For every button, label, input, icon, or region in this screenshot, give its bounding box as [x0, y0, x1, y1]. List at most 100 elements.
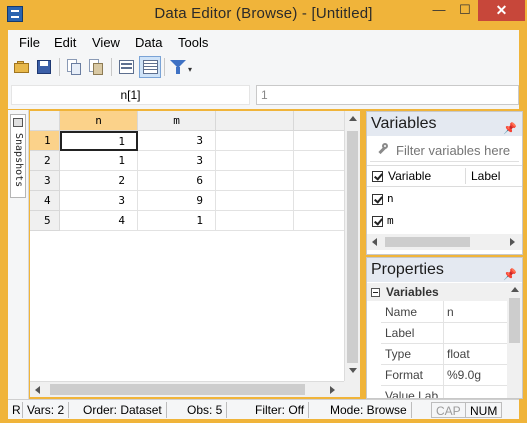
scroll-left-arrow-icon[interactable]: [35, 386, 40, 394]
status-vars: Vars: 2: [23, 402, 70, 418]
grid-cell-empty[interactable]: [216, 131, 294, 151]
grid-cell-m[interactable]: 3: [138, 131, 216, 151]
grid-cell-n[interactable]: 1: [60, 151, 138, 171]
cell-value-field[interactable]: 1: [256, 85, 519, 105]
grid-vertical-scroll-thumb[interactable]: [347, 131, 358, 363]
data-editor-window: Data Editor (Browse) - [Untitled] — ☐ ✕ …: [0, 0, 527, 423]
scroll-right-arrow-icon[interactable]: [330, 386, 335, 394]
row-header[interactable]: 5: [30, 211, 60, 231]
status-filter: Filter: Off: [251, 402, 310, 418]
row-header[interactable]: 1: [30, 131, 60, 151]
data-editor-edit-icon[interactable]: [118, 58, 136, 76]
open-icon[interactable]: [13, 58, 31, 76]
row-header[interactable]: 2: [30, 151, 60, 171]
grid-cell-empty[interactable]: [216, 171, 294, 191]
maximize-button[interactable]: ☐: [452, 0, 478, 21]
wrench-icon[interactable]: [376, 143, 388, 155]
status-num: NUM: [465, 402, 503, 418]
snapshot-camera-icon: [13, 118, 23, 127]
grid-cell-empty[interactable]: [216, 211, 294, 231]
filter-icon[interactable]: [169, 58, 187, 76]
grid-vertical-scrollbar[interactable]: [344, 111, 360, 381]
menu-data[interactable]: Data: [135, 35, 162, 50]
variables-scroll-thumb[interactable]: [385, 237, 470, 247]
variable-name: n: [387, 192, 394, 205]
column-divider[interactable]: [465, 168, 466, 184]
menu-edit[interactable]: Edit: [54, 35, 76, 50]
grid-cell-empty[interactable]: [216, 151, 294, 171]
grid-cell-empty[interactable]: [216, 191, 294, 211]
variable-row[interactable]: n: [367, 188, 522, 210]
column-header-variable[interactable]: Variable: [388, 169, 431, 183]
status-bar: R Vars: 2 Order: Dataset Obs: 5 Filter: …: [8, 399, 519, 419]
grid-corner[interactable]: [30, 111, 60, 131]
data-grid[interactable]: n m 1 1 3 2 1 3 3 2 6 4 3 9 5 4 1: [30, 111, 360, 381]
grid-cell-m[interactable]: 3: [138, 151, 216, 171]
grid-cell-n[interactable]: 2: [60, 171, 138, 191]
data-editor-browse-icon[interactable]: [139, 56, 161, 78]
toolbar-separator: [59, 58, 60, 76]
column-header-m[interactable]: m: [138, 111, 216, 131]
column-header-empty[interactable]: [216, 111, 294, 131]
properties-panel: Properties 📌 Variables Name n Label Type…: [366, 257, 523, 399]
scroll-left-arrow-icon[interactable]: [372, 238, 377, 246]
save-icon[interactable]: [35, 58, 53, 76]
properties-group-variables[interactable]: Variables: [367, 283, 507, 301]
minimize-button[interactable]: —: [426, 0, 452, 21]
toolbar-separator: [164, 58, 165, 76]
paste-icon[interactable]: [87, 58, 105, 76]
grid-cell-m[interactable]: 6: [138, 171, 216, 191]
snapshots-sidebar: Snapshots: [8, 110, 29, 399]
filter-variables-input[interactable]: [396, 142, 518, 158]
select-all-checkbox[interactable]: [372, 171, 383, 182]
property-value[interactable]: float: [447, 347, 470, 361]
variable-checkbox[interactable]: [372, 216, 383, 227]
properties-scroll-thumb[interactable]: [509, 298, 520, 343]
property-row[interactable]: Type float: [381, 344, 507, 365]
property-value[interactable]: n: [447, 305, 454, 319]
grid-cell-m[interactable]: 1: [138, 211, 216, 231]
row-header[interactable]: 3: [30, 171, 60, 191]
menu-file[interactable]: File: [19, 35, 40, 50]
snapshots-tab[interactable]: Snapshots: [10, 114, 26, 198]
scroll-right-arrow-icon[interactable]: [510, 238, 515, 246]
scroll-down-arrow-icon[interactable]: [349, 368, 357, 373]
grid-cell-n[interactable]: 1: [60, 131, 138, 151]
cell-bar: n[1] 1: [8, 81, 519, 109]
column-header-label[interactable]: Label: [471, 169, 500, 183]
grid-cell-n[interactable]: 4: [60, 211, 138, 231]
copy-icon[interactable]: [65, 58, 83, 76]
property-column-divider: [443, 301, 444, 398]
grid-cell-n[interactable]: 3: [60, 191, 138, 211]
property-row[interactable]: Name n: [381, 302, 507, 323]
collapse-icon[interactable]: [371, 288, 380, 297]
property-value[interactable]: %9.0g: [447, 368, 481, 382]
properties-panel-title: Properties 📌: [367, 258, 522, 282]
variables-panel: Variables 📌 Variable Label n m: [366, 111, 523, 255]
dropdown-arrow-icon[interactable]: ▾: [188, 65, 192, 74]
title-bar[interactable]: Data Editor (Browse) - [Untitled] — ☐ ✕: [0, 0, 527, 30]
cell-name-box[interactable]: n[1]: [11, 85, 250, 105]
grid-cell-m[interactable]: 9: [138, 191, 216, 211]
property-key: Format: [385, 368, 424, 382]
variable-checkbox[interactable]: [372, 194, 383, 205]
properties-vertical-scrollbar[interactable]: [507, 283, 522, 398]
variable-row[interactable]: m: [367, 210, 522, 232]
property-key: Label: [385, 326, 415, 340]
menu-tools[interactable]: Tools: [178, 35, 208, 50]
property-row[interactable]: Label: [381, 323, 507, 344]
close-button[interactable]: ✕: [478, 0, 525, 21]
variables-horizontal-scrollbar[interactable]: [367, 234, 522, 250]
column-header-n[interactable]: n: [60, 111, 138, 131]
scroll-up-arrow-icon[interactable]: [511, 287, 519, 292]
grid-horizontal-scrollbar[interactable]: [30, 381, 344, 397]
property-row[interactable]: Value Lab: [381, 386, 507, 398]
row-header[interactable]: 4: [30, 191, 60, 211]
menu-view[interactable]: View: [92, 35, 120, 50]
variables-list-header: Variable Label: [367, 165, 522, 187]
grid-horizontal-scroll-thumb[interactable]: [50, 384, 305, 395]
scroll-up-arrow-icon[interactable]: [349, 116, 357, 121]
scrollbar-corner: [344, 381, 360, 397]
pin-icon[interactable]: 📌: [503, 117, 517, 141]
property-row[interactable]: Format %9.0g: [381, 365, 507, 386]
